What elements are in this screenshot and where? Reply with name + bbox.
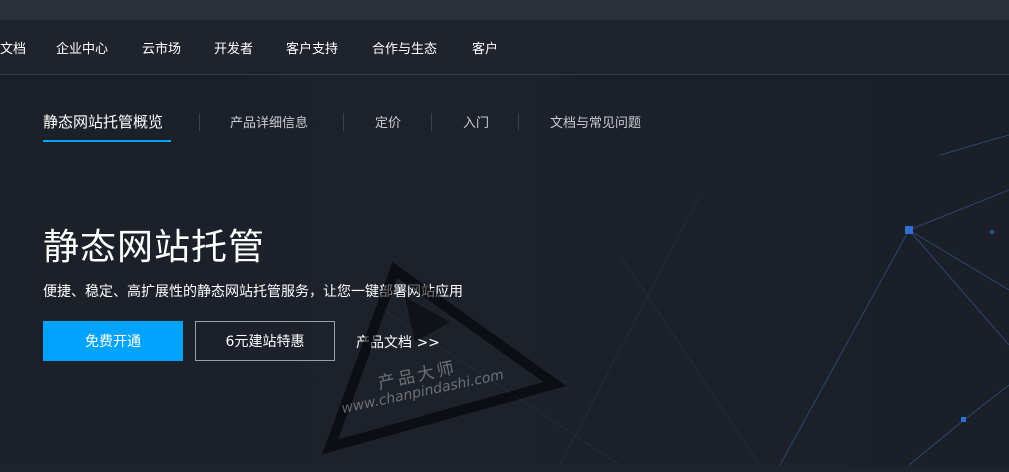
tab-divider	[431, 113, 432, 131]
nav-item-developer[interactable]: 开发者	[214, 38, 253, 57]
nav-item-docs[interactable]: 文档	[0, 38, 26, 57]
tab-docs-faq[interactable]: 文档与常见问题	[550, 112, 641, 131]
tab-product-details[interactable]: 产品详细信息	[230, 112, 308, 131]
nav-item-enterprise-center[interactable]: 企业中心	[56, 38, 108, 57]
tab-divider	[343, 113, 344, 131]
hero-description: 便捷、稳定、高扩展性的静态网站托管服务，让您一键部署网站应用	[43, 284, 463, 300]
nav-item-partners[interactable]: 合作与生态	[372, 38, 437, 57]
active-tab-underline	[43, 140, 171, 142]
website-promo-button[interactable]: 6元建站特惠	[195, 321, 335, 361]
product-docs-link[interactable]: 产品文档 >>	[356, 332, 440, 352]
tab-getting-started[interactable]: 入门	[463, 112, 489, 131]
nav-item-support[interactable]: 客户支持	[286, 38, 338, 57]
hero-section: 静态网站托管概览 产品详细信息 定价 入门 文档与常见问题 静态网站托管 便捷、…	[0, 75, 1009, 465]
page-title: 静态网站托管	[43, 227, 266, 268]
network-decoration	[329, 134, 1009, 465]
free-activate-button[interactable]: 免费开通	[43, 321, 183, 361]
tab-pricing[interactable]: 定价	[375, 112, 401, 131]
nav-item-cloud-market[interactable]: 云市场	[142, 38, 181, 57]
nav-item-customers[interactable]: 客户	[472, 38, 498, 57]
tab-divider	[518, 113, 519, 131]
tab-divider	[199, 113, 200, 131]
browser-top-strip	[0, 0, 1009, 20]
top-navigation: 文档 企业中心 云市场 开发者 客户支持 合作与生态 客户	[0, 20, 1009, 75]
tab-overview[interactable]: 静态网站托管概览	[43, 111, 163, 132]
